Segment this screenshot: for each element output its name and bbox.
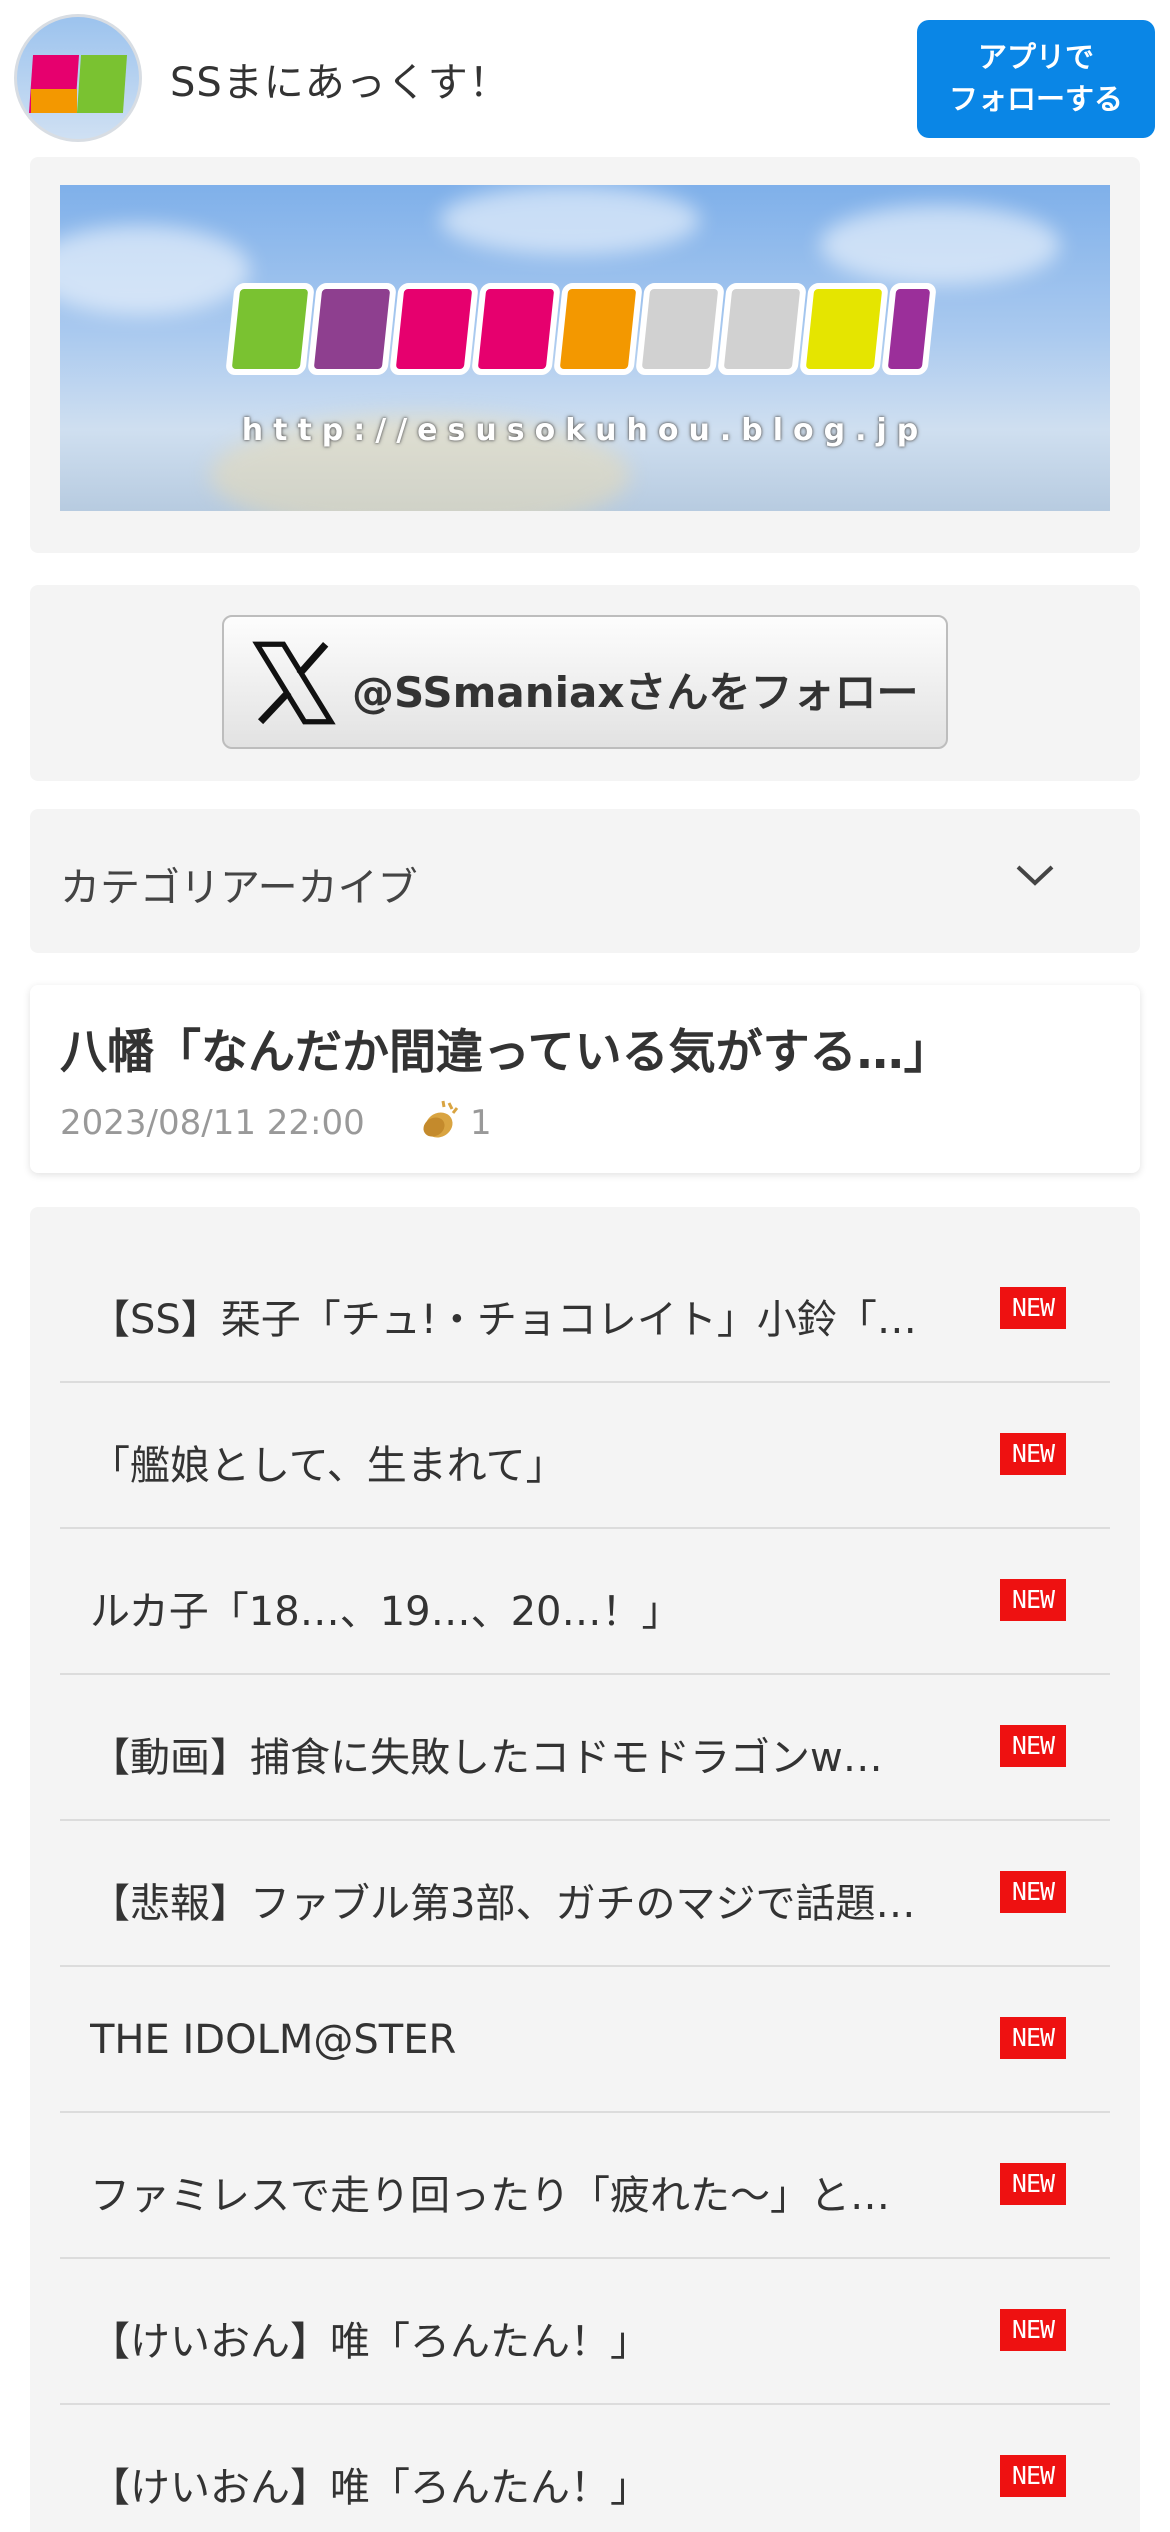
list-item-title: ファミレスで走り回ったり「疲れた～」と… [90, 2173, 890, 2219]
new-badge: NEW [1000, 1725, 1066, 1767]
follow-app-line2: フォローする [948, 82, 1123, 116]
list-item-title: ルカ子「18…、19…、20…！」 [90, 1589, 682, 1635]
new-badge: NEW [1000, 1287, 1066, 1329]
clap-count: 1 [470, 1103, 492, 1143]
follow-in-app-button[interactable]: アプリで フォローする [917, 20, 1155, 138]
category-archive-dropdown[interactable]: カテゴリアーカイブ [30, 809, 1140, 953]
banner-logo-letter [389, 283, 479, 375]
list-item[interactable]: 【動画】捕食に失敗したコドモドラゴンw… NEW [60, 1675, 1110, 1821]
list-item[interactable]: ルカ子「18…、19…、20…！」 NEW [60, 1529, 1110, 1675]
article-date: 2023/08/11 22:00 [60, 1103, 365, 1143]
banner-logo-letter [799, 283, 889, 375]
banner-logo-letter [307, 283, 397, 375]
site-avatar[interactable] [14, 14, 142, 142]
article-title: 八幡「なんだか間違っている気がする…」 [60, 1025, 951, 1080]
list-item-title: 「艦娘として、生まれて」 [90, 1443, 566, 1489]
new-badge: NEW [1000, 2455, 1066, 2497]
list-item[interactable]: 【SS】栞子「チュ!・チョコレイト」小鈴「… NEW [60, 1237, 1110, 1383]
new-badge: NEW [1000, 2309, 1066, 2351]
banner-cloud [440, 185, 700, 255]
avatar-logo-block-2 [76, 55, 128, 113]
list-item-title: 【けいおん】唯「ろんたん！」 [90, 2465, 650, 2511]
list-item-title: 【悲報】ファブル第3部、ガチのマジで話題… [90, 1881, 916, 1927]
x-follow-card: @SSmaniaxさんをフォロー [30, 585, 1140, 781]
new-badge: NEW [1000, 2163, 1066, 2205]
banner-logo-letter [881, 283, 937, 375]
banner-logo-letter [471, 283, 561, 375]
list-item[interactable]: THE IDOLM@STER NEW [60, 1967, 1110, 2113]
banner-cloud [60, 225, 250, 315]
list-item[interactable]: 【けいおん】唯「ろんたん！」 NEW [60, 2405, 1110, 2532]
banner-cloud [820, 205, 1060, 285]
list-item[interactable]: 【悲報】ファブル第3部、ガチのマジで話題… NEW [60, 1821, 1110, 1967]
article-header: 八幡「なんだか間違っている気がする…」 2023/08/11 22:00 1 [30, 985, 1140, 1173]
avatar-logo-block-3 [31, 89, 77, 113]
list-item[interactable]: 【けいおん】唯「ろんたん！」 NEW [60, 2259, 1110, 2405]
x-logo-icon [252, 641, 336, 725]
banner-logo-letter [225, 283, 315, 375]
recent-articles-list: 【SS】栞子「チュ!・チョコレイト」小鈴「… NEW 「艦娘として、生まれて」 … [30, 1207, 1140, 2532]
new-badge: NEW [1000, 1433, 1066, 1475]
list-item[interactable]: ファミレスで走り回ったり「疲れた～」と… NEW [60, 2113, 1110, 2259]
new-badge: NEW [1000, 1871, 1066, 1913]
site-banner[interactable]: http://esusokuhou.blog.jp [60, 185, 1110, 511]
new-badge: NEW [1000, 2017, 1066, 2059]
list-item-title: 【動画】捕食に失敗したコドモドラゴンw… [90, 1735, 883, 1781]
banner-logo-letter [717, 283, 807, 375]
chevron-down-icon [1016, 865, 1054, 886]
follow-app-line1: アプリで [977, 40, 1094, 74]
banner-url: http://esusokuhou.blog.jp [241, 413, 929, 448]
x-follow-button[interactable]: @SSmaniaxさんをフォロー [222, 615, 948, 749]
banner-card: http://esusokuhou.blog.jp [30, 157, 1140, 553]
category-archive-label: カテゴリアーカイブ [60, 865, 418, 911]
list-item[interactable]: 「艦娘として、生まれて」 NEW [60, 1383, 1110, 1529]
site-title[interactable]: SSまにあっくす！ [170, 50, 510, 108]
new-badge: NEW [1000, 1579, 1066, 1621]
list-item-title: 【SS】栞子「チュ!・チョコレイト」小鈴「… [90, 1297, 917, 1343]
x-follow-label: @SSmaniaxさんをフォロー [352, 668, 919, 717]
list-item-title: THE IDOLM@STER [90, 2017, 457, 2063]
banner-logo [225, 283, 990, 393]
banner-logo-letter [553, 283, 643, 375]
clap-icon[interactable] [417, 1099, 463, 1143]
site-header: SSまにあっくす！ アプリで フォローする [0, 0, 1170, 150]
list-item-title: 【けいおん】唯「ろんたん！」 [90, 2319, 650, 2365]
banner-logo-letter [635, 283, 725, 375]
